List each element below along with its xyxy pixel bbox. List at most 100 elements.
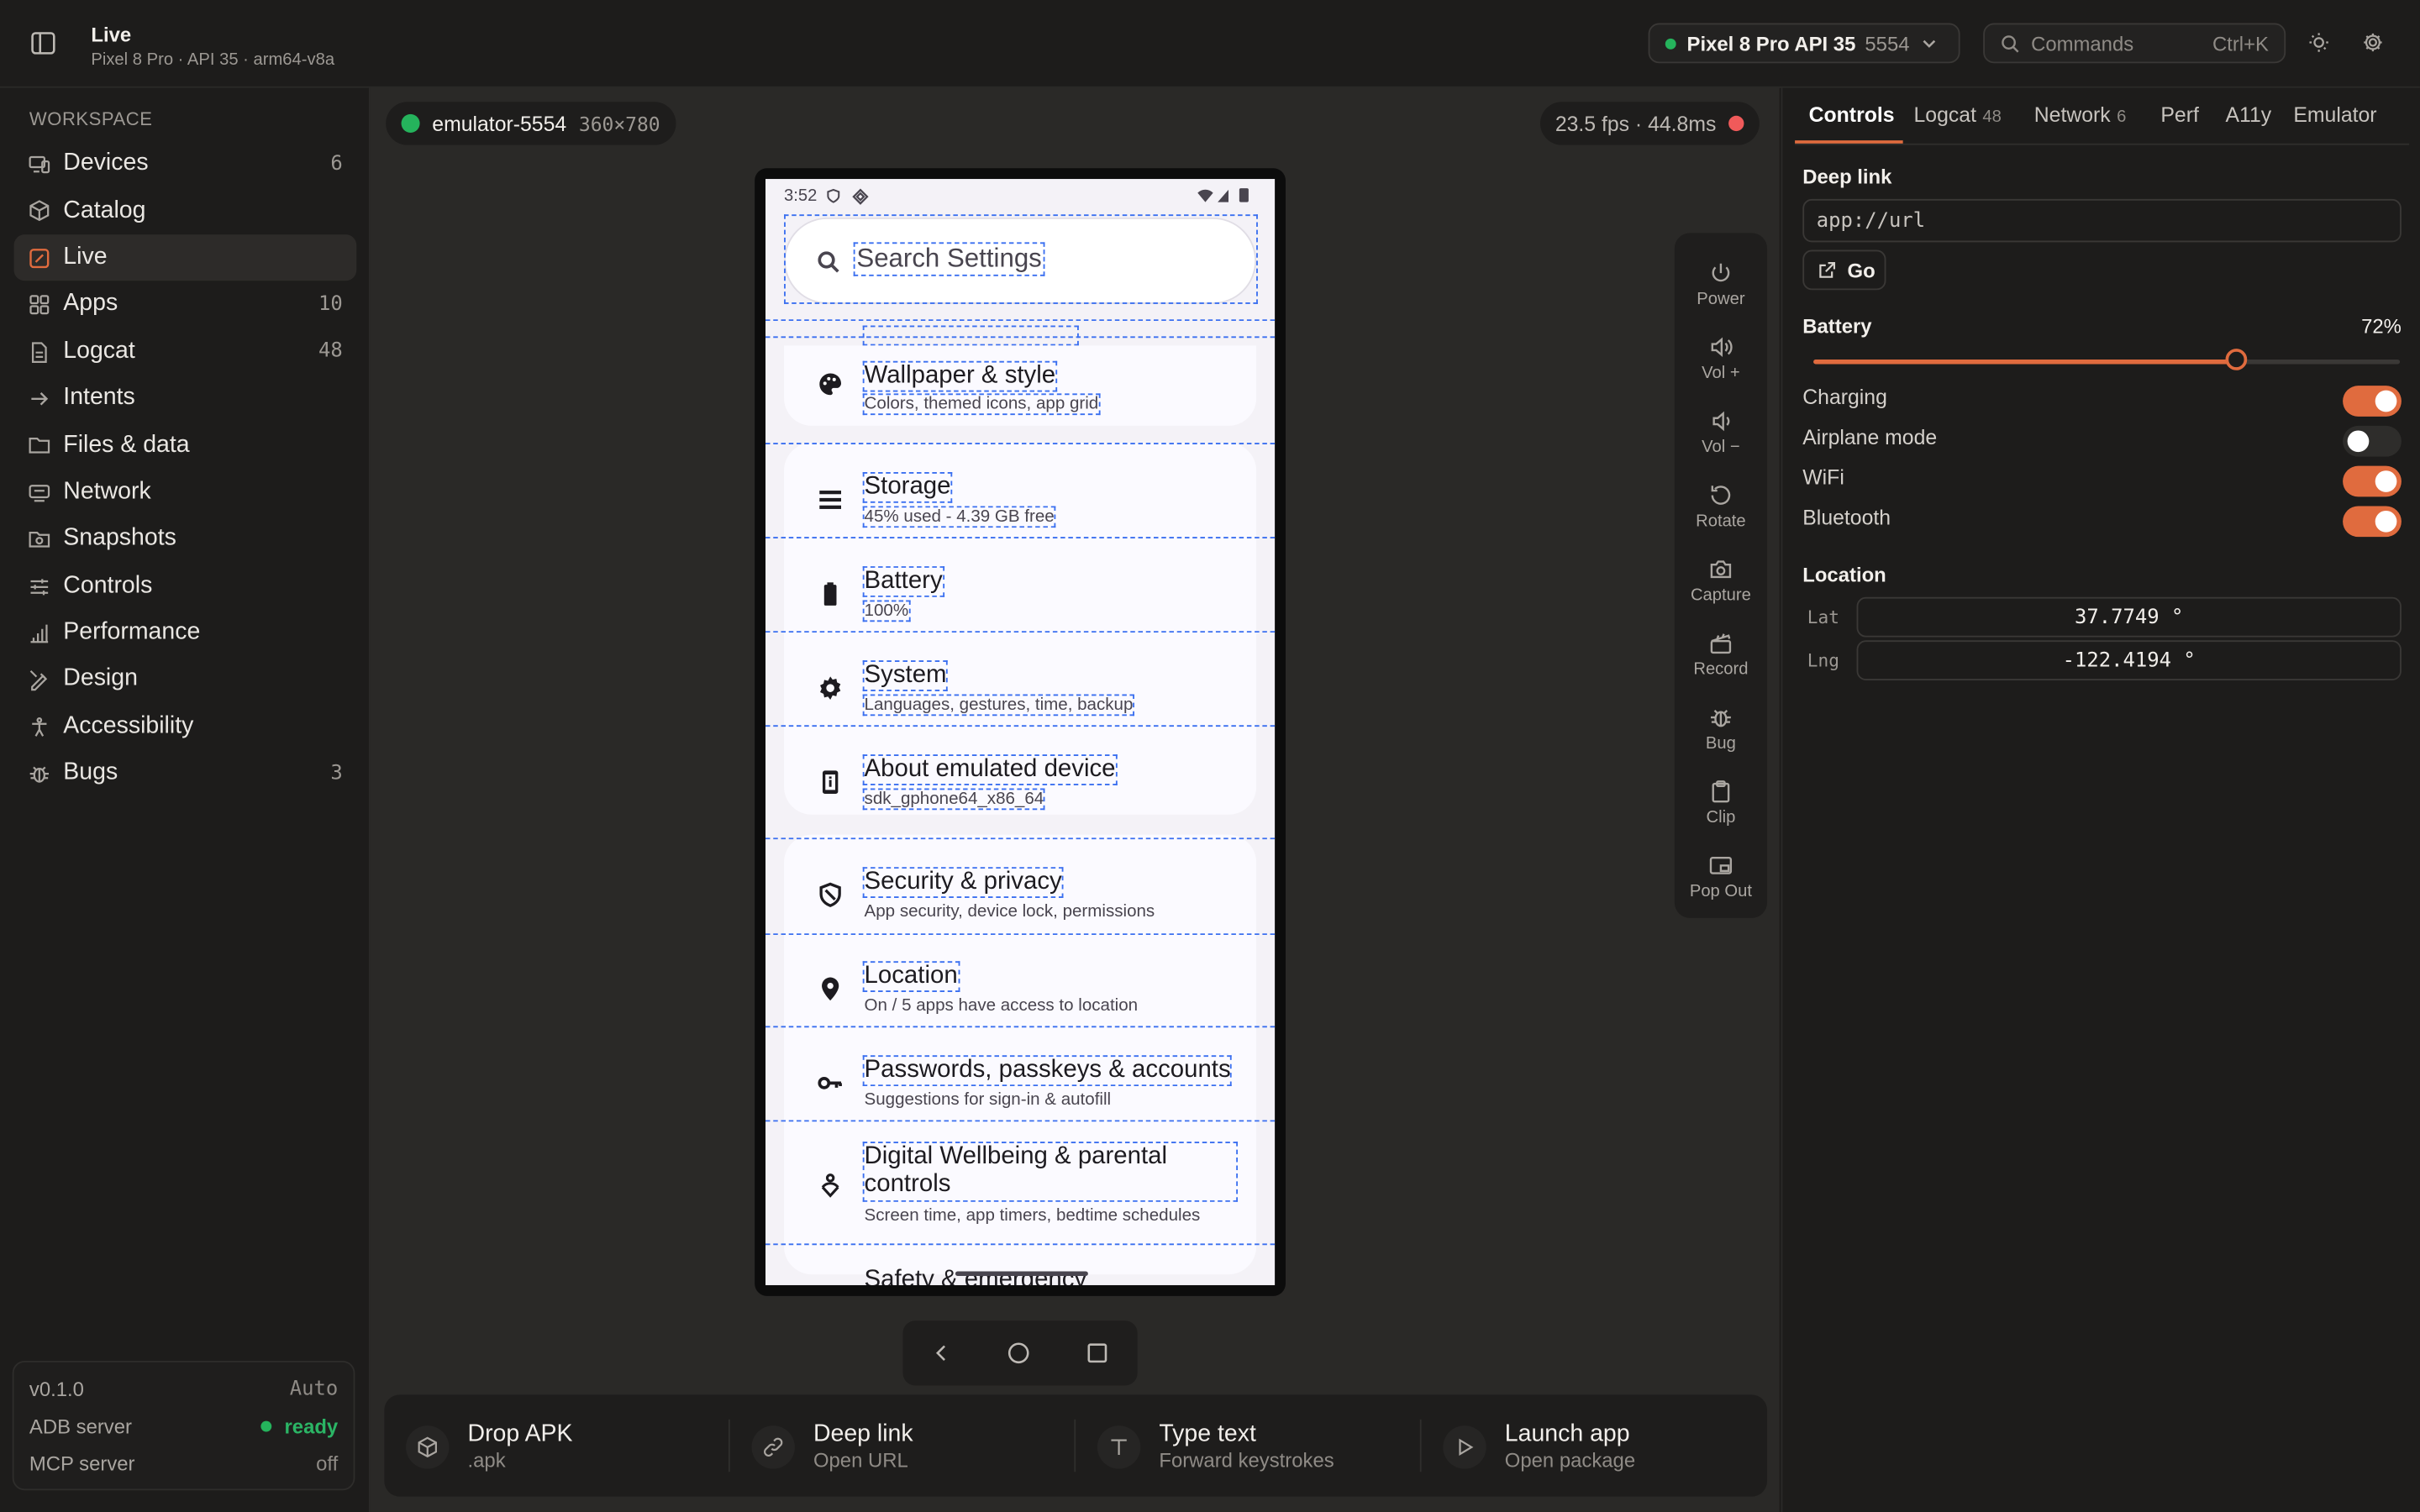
status-dot [260,1420,272,1432]
theme-mode[interactable]: Auto [290,1378,339,1401]
wifi-toggle[interactable] [2343,465,2402,497]
sidebar-item-controls[interactable]: Controls [14,563,357,610]
setting-row[interactable]: System Languages, gestures, time, backup [765,642,1275,736]
battery-slider[interactable] [1813,349,2401,370]
capture-button[interactable]: Capture [1675,548,1767,622]
deep-link-input[interactable]: app://url [1802,198,2402,243]
volume-up-button[interactable]: Vol + [1675,326,1767,400]
sidebar-item-snapshots[interactable]: Snapshots [14,516,357,563]
tab-perf[interactable]: Perf [2160,103,2198,127]
sidebar-item-catalog[interactable]: Catalog [14,187,357,234]
inspector-guide [765,443,1276,444]
device-picker[interactable]: Pixel 8 Pro API 35 5554 [1648,23,1960,64]
setting-title: Battery [862,566,944,597]
sidebar-item-bugs[interactable]: Bugs 3 [14,750,357,797]
quick-actions-bar: Drop APK .apk Deep link Open URL Type te… [384,1394,1768,1497]
battery-slider-handle[interactable] [2224,349,2247,370]
sidebar-item-count: 6 [330,152,343,176]
panel-tabs: Controls Logcat 48 Network 6 Perf A11y Emu… [1795,88,2410,145]
command-palette-button[interactable]: Commands Ctrl+K [1983,23,2286,64]
sidebar-item-accessibility[interactable]: Accessibility [14,703,357,750]
sidebar-item-logcat[interactable]: Logcat 48 [14,328,357,375]
sidebar-item-label: Bugs [63,759,118,786]
deep-link-action[interactable]: Deep link Open URL [730,1394,1076,1496]
sidebar-item-network[interactable]: Network [14,469,357,516]
sidebar-item-apps[interactable]: Apps 10 [14,281,357,328]
bluetooth-toggle[interactable] [2343,506,2402,538]
charging-toggle[interactable] [2343,386,2402,417]
longitude-input[interactable]: -122.4194 ° [1856,640,2402,680]
shield-icon [819,882,841,907]
tab-badge: 6 [2117,108,2127,127]
device-screen[interactable]: 3:52 Search Settings Wallpaper & style C… [765,179,1276,1285]
bug-report-button[interactable]: Bug [1675,696,1767,769]
rotate-button[interactable]: Rotate [1675,474,1767,548]
shield-status-icon [827,188,840,203]
pop-out-button[interactable]: Pop Out [1675,844,1767,918]
setting-row[interactable]: Battery 100% [765,548,1275,642]
toggle-label: Bluetooth [1802,506,1891,529]
back-icon[interactable] [929,1341,954,1365]
theme-toggle-icon[interactable] [2307,31,2331,55]
tab-controls[interactable]: Controls [1809,103,1895,127]
bluetooth-row: Bluetooth [1802,506,2402,538]
airplane-mode-toggle[interactable] [2343,425,2402,457]
home-indicator [955,1271,1088,1276]
setting-row[interactable]: Location On / 5 apps have access to loca… [765,942,1275,1037]
tab-logcat[interactable]: Logcat 48 [1914,103,2002,127]
sidebar-item-live[interactable]: Live [13,234,357,281]
mcp-server-status: off [316,1452,339,1475]
sidebar-item-label: Controls [63,571,153,599]
setting-row[interactable]: Storage 45% used - 4.39 GB free [765,454,1275,548]
setting-row[interactable]: Safety & emergency [765,1254,1275,1285]
action-subtitle: Open package [1504,1448,1636,1473]
inspector-guide [765,1026,1276,1028]
setting-subtitle: 45% used - 4.39 GB free [862,506,1056,528]
link-icon [764,1437,783,1457]
pop-out-icon [1709,857,1733,874]
launch-app-action[interactable]: Launch app Open package [1422,1394,1767,1496]
sidebar-toggle-icon[interactable] [29,29,57,57]
gear-icon[interactable] [2361,31,2385,55]
go-button[interactable]: Go [1802,249,1886,291]
inspector-guide [765,837,1276,840]
toggle-knob [2347,430,2370,453]
action-title: Deep link [813,1420,913,1447]
sidebar-item-design[interactable]: Design [14,656,357,703]
gear-icon [820,676,841,700]
sidebar-item-intents[interactable]: Intents [14,375,357,422]
setting-row[interactable]: Digital Wellbeing & parental controls Sc… [765,1131,1275,1251]
tab-network[interactable]: Network 6 [2034,103,2127,127]
volume-down-button[interactable]: Vol − [1675,400,1767,474]
version-label: v0.1.0 [29,1378,84,1401]
chevron-down-icon [1923,39,1936,48]
power-button[interactable]: Power [1675,251,1767,325]
setting-row[interactable]: About emulated device sdk_gphone64_x86_6… [765,736,1275,830]
sidebar-item-label: Network [63,478,151,505]
record-button[interactable]: Record [1675,622,1767,696]
sidebar-item-files[interactable]: Files & data [14,422,357,469]
sidebar-item-performance[interactable]: Performance [14,609,357,656]
action-title: Type text [1159,1420,1256,1447]
perf-readout: 23.5 fps · 44.8ms [1555,112,1717,135]
type-text-action[interactable]: Type text Forward keystrokes [1076,1394,1422,1496]
setting-row[interactable]: Security & privacy App security, device … [765,848,1275,942]
tab-a11y[interactable]: A11y [2226,103,2272,127]
device-name: Pixel 8 Pro API 35 [1686,31,1856,55]
recents-icon[interactable] [1085,1341,1109,1365]
setting-row[interactable]: Passwords, passkeys & accounts Suggestio… [765,1037,1275,1131]
home-icon[interactable] [1007,1341,1031,1365]
sidebar-item-devices[interactable]: Devices 6 [14,140,357,187]
inspector-panel: Controls Logcat 48 Network 6 Perf A11y Emu… [1781,87,2420,1512]
tab-emulator[interactable]: Emulator [2293,103,2376,127]
cube-icon [29,200,50,222]
setting-subtitle: 100% [862,600,910,622]
setting-row[interactable]: Wallpaper & style Colors, themed icons, … [765,339,1275,433]
action-title: Drop APK [467,1420,573,1447]
storage-icon [819,491,842,509]
clipboard-button[interactable]: Clip [1675,770,1767,844]
sidebar-item-label: Live [63,244,108,270]
text-icon [1111,1439,1127,1456]
drop-apk-action[interactable]: Drop APK .apk [384,1394,730,1496]
latitude-input[interactable]: 37.7749 ° [1856,596,2402,638]
